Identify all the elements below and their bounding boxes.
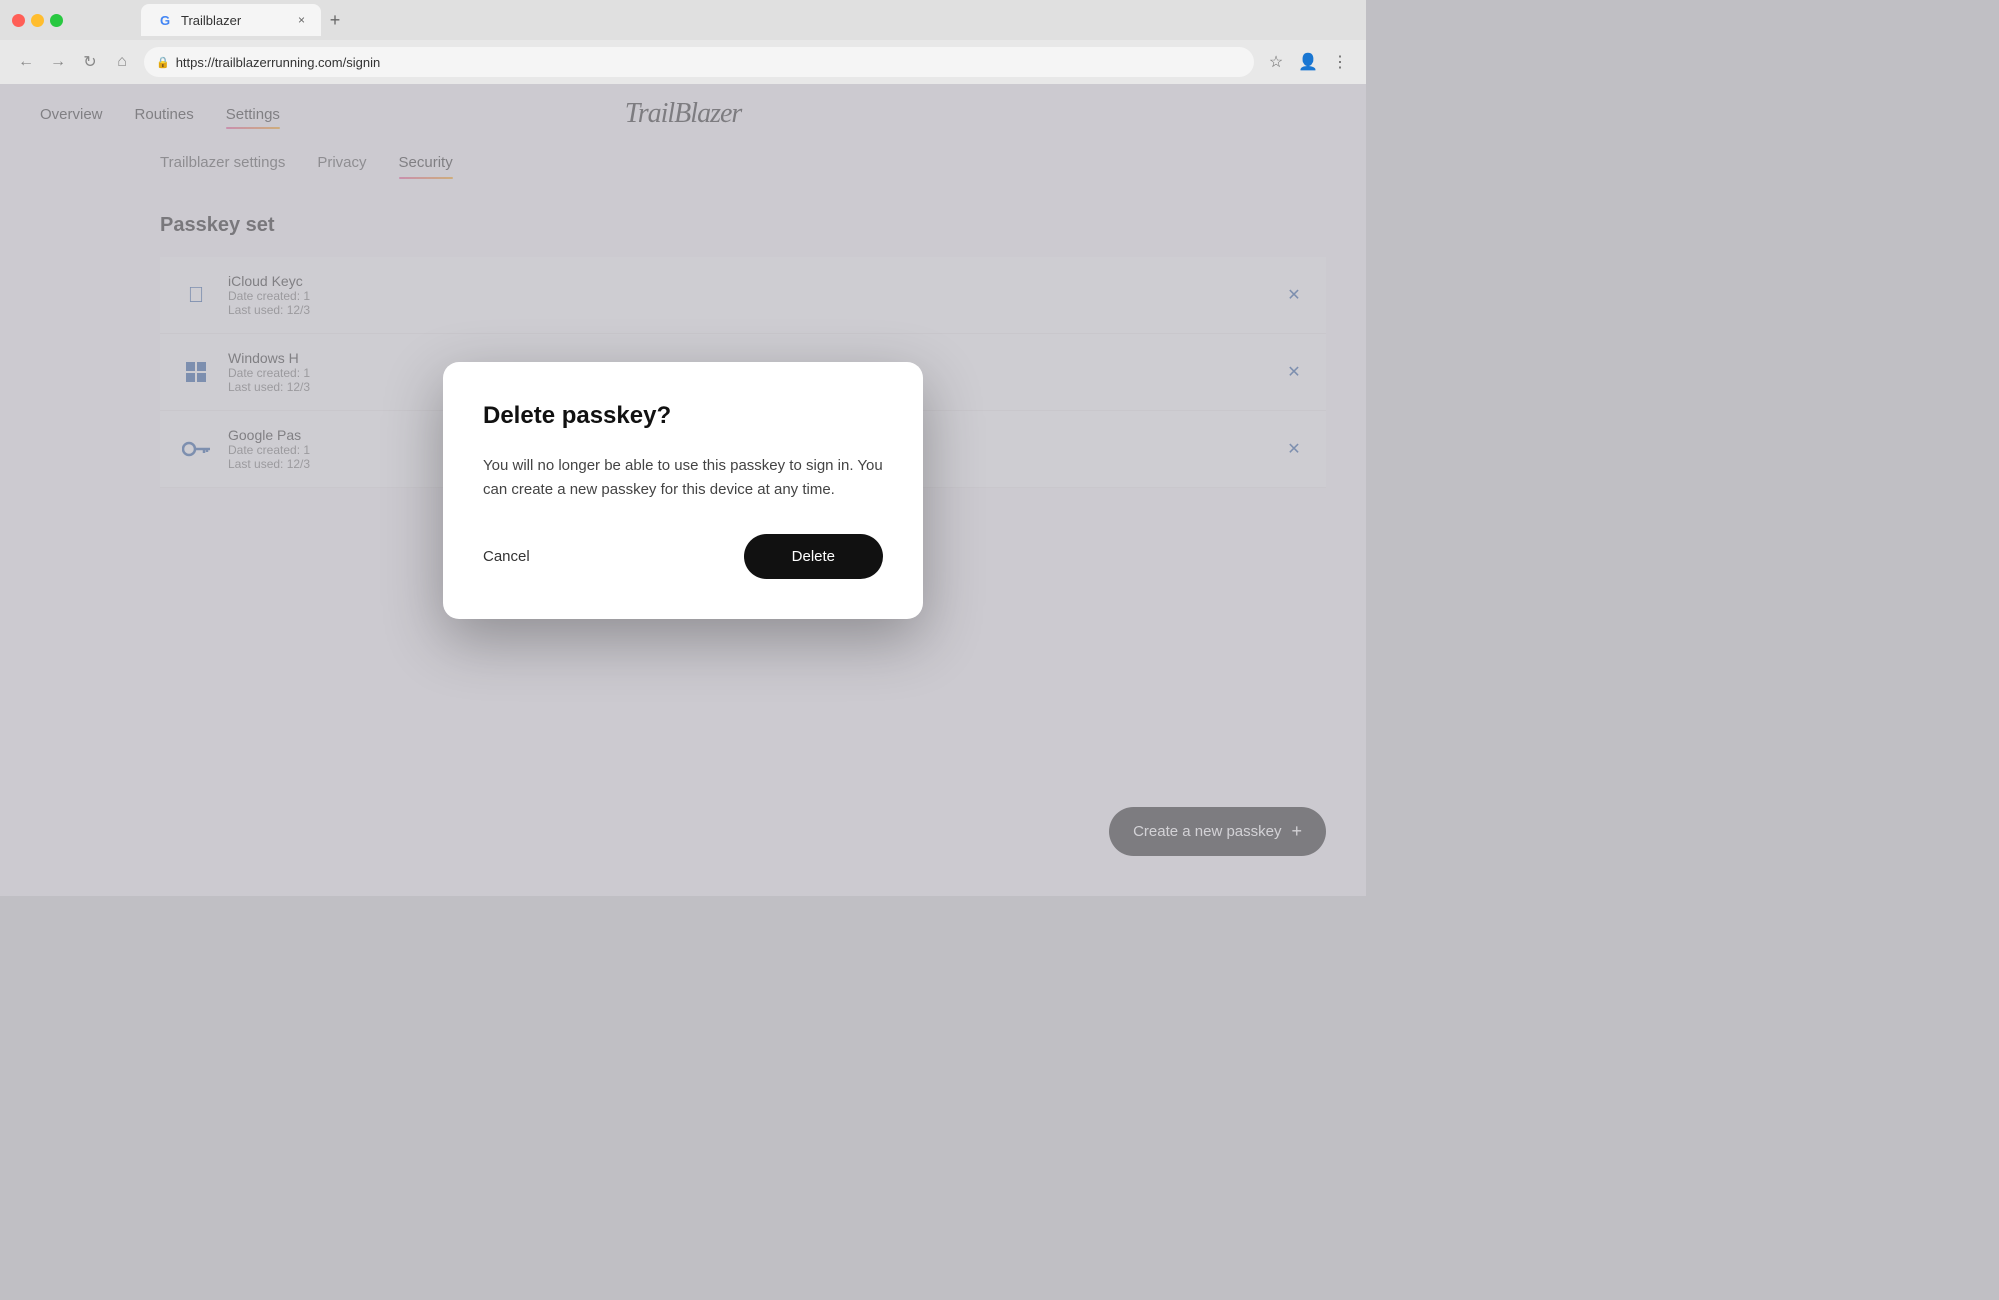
refresh-button[interactable]: ↻	[76, 48, 104, 76]
browser-actions: ☆ 👤 ⋮	[1262, 48, 1354, 76]
tab-bar: G Trailblazer × +	[71, 4, 419, 36]
close-tab-button[interactable]: ×	[298, 13, 305, 27]
home-button[interactable]: ⌂	[108, 48, 136, 76]
tab-title: Trailblazer	[181, 13, 241, 28]
google-favicon: G	[157, 12, 173, 28]
delete-passkey-modal: Delete passkey? You will no longer be ab…	[443, 362, 923, 619]
nav-buttons: ← → ↻ ⌂	[12, 48, 136, 76]
browser-chrome: G Trailblazer × + ← → ↻ ⌂ 🔒 https://trai…	[0, 0, 1366, 84]
modal-actions: Cancel Delete	[483, 534, 883, 579]
modal-body: You will no longer be able to use this p…	[483, 454, 883, 502]
forward-button[interactable]: →	[44, 48, 72, 76]
modal-title: Delete passkey?	[483, 402, 883, 430]
lock-icon: 🔒	[156, 56, 170, 69]
new-tab-button[interactable]: +	[321, 6, 349, 34]
url-text: https://trailblazerrunning.com/signin	[176, 55, 381, 70]
delete-button[interactable]: Delete	[744, 534, 883, 579]
modal-overlay: Delete passkey? You will no longer be ab…	[0, 84, 1366, 896]
maximize-button[interactable]	[50, 14, 63, 27]
menu-button[interactable]: ⋮	[1326, 48, 1354, 76]
profile-button[interactable]: 👤	[1294, 48, 1322, 76]
title-bar: G Trailblazer × +	[0, 0, 1366, 40]
cancel-button[interactable]: Cancel	[483, 536, 530, 577]
page-content: Overview Routines Settings TrailBlazer T…	[0, 84, 1366, 896]
back-button[interactable]: ←	[12, 48, 40, 76]
address-bar[interactable]: 🔒 https://trailblazerrunning.com/signin	[144, 47, 1254, 77]
browser-tab[interactable]: G Trailblazer ×	[141, 4, 321, 36]
minimize-button[interactable]	[31, 14, 44, 27]
address-bar-row: ← → ↻ ⌂ 🔒 https://trailblazerrunning.com…	[0, 40, 1366, 84]
traffic-lights	[12, 14, 63, 27]
bookmark-button[interactable]: ☆	[1262, 48, 1290, 76]
close-button[interactable]	[12, 14, 25, 27]
